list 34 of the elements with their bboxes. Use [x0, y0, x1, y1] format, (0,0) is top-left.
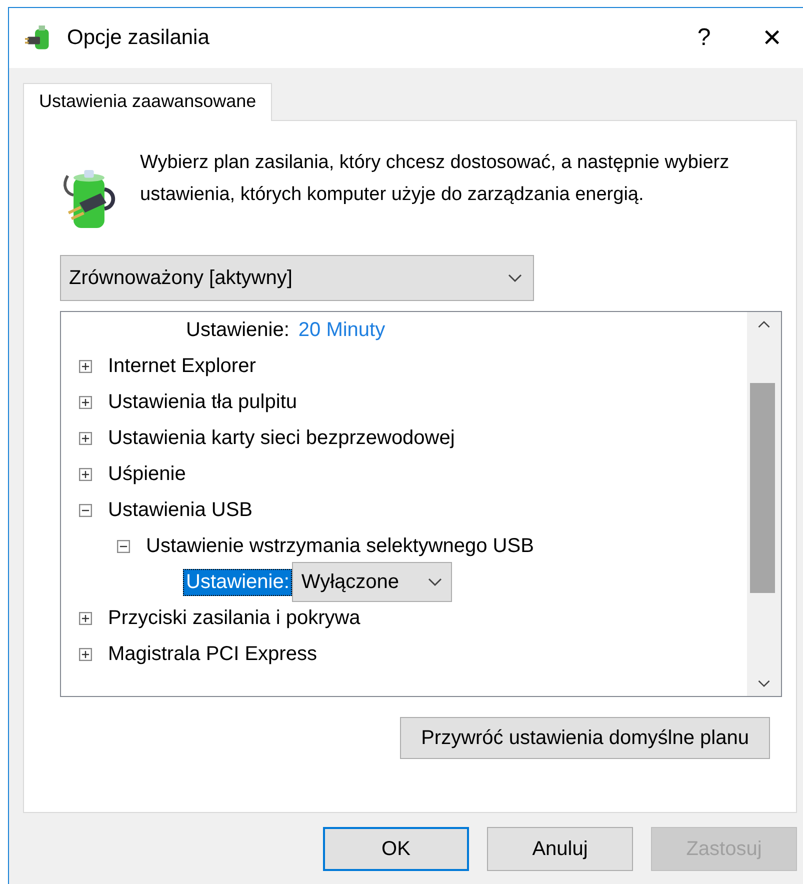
- close-button[interactable]: ✕: [747, 24, 797, 52]
- restore-defaults-button[interactable]: Przywróć ustawienia domyślne planu: [400, 717, 770, 759]
- dialog-button[interactable]: OK: [323, 827, 469, 871]
- expand-icon[interactable]: [79, 360, 92, 372]
- tree-item[interactable]: Internet Explorer: [105, 352, 259, 380]
- tree-item[interactable]: Przyciski zasilania i pokrywa: [105, 604, 364, 632]
- dialog-button[interactable]: Anuluj: [487, 827, 633, 871]
- collapse-icon[interactable]: [117, 540, 130, 552]
- setting-dropdown[interactable]: Wyłączone: [292, 562, 452, 602]
- scrollbar-thumb[interactable]: [750, 383, 775, 593]
- collapse-icon[interactable]: [79, 504, 92, 516]
- expand-icon[interactable]: [79, 648, 92, 660]
- expand-icon[interactable]: [79, 612, 92, 624]
- window-title: Opcje zasilania: [67, 26, 210, 50]
- instruction-text: Wybierz plan zasilania, który chcesz dostosować, a następnie wybierz ustawienia, których komputer użyje do zarządzania energią.: [140, 151, 730, 207]
- tree-item[interactable]: Uśpienie: [105, 460, 189, 488]
- setting-label[interactable]: Ustawienie:: [183, 316, 292, 344]
- setting-label[interactable]: Ustawienie:: [183, 568, 292, 596]
- help-button[interactable]: ?: [679, 24, 729, 52]
- tree-item[interactable]: Ustawienie wstrzymania selektywnego USB: [143, 532, 537, 560]
- setting-value[interactable]: 20 Minuty: [298, 318, 386, 342]
- plan-dropdown[interactable]: Zrównoważony [aktywny]: [60, 255, 534, 301]
- expand-icon[interactable]: [79, 432, 92, 444]
- expand-icon[interactable]: [79, 468, 92, 480]
- expand-icon[interactable]: [79, 396, 92, 408]
- tree-item[interactable]: Ustawienia tła pulpitu: [105, 388, 300, 416]
- tree-item[interactable]: Magistrala PCI Express: [105, 640, 320, 668]
- chevron-down-icon: [507, 273, 523, 283]
- tree-item[interactable]: Ustawienia USB: [105, 496, 256, 524]
- scroll-up-icon[interactable]: [757, 320, 771, 329]
- tab[interactable]: Ustawienia zaawansowane: [23, 83, 272, 121]
- chevron-down-icon: [427, 577, 444, 587]
- tree-item[interactable]: Ustawienia karty sieci bezprzewodowej: [105, 424, 458, 452]
- scroll-down-icon[interactable]: [757, 679, 771, 688]
